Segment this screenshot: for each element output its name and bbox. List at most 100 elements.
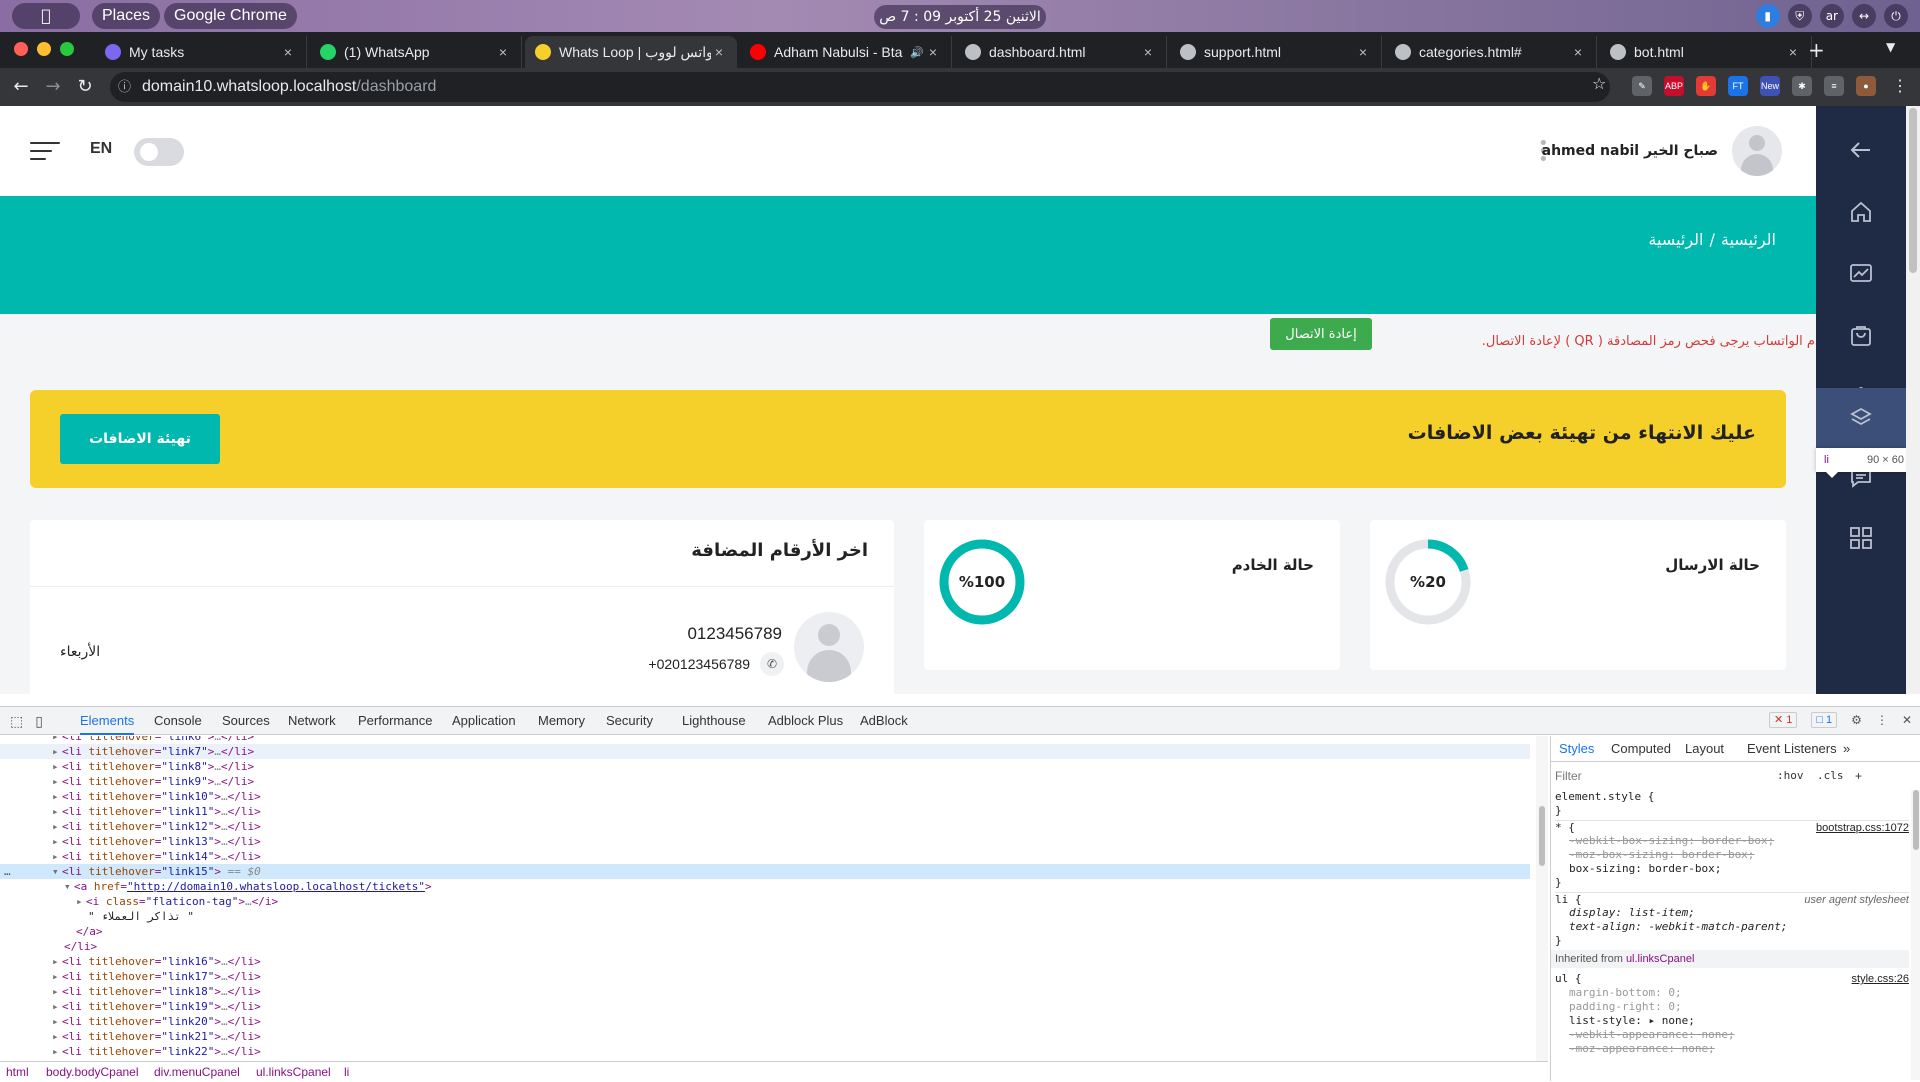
elements-dom-tree[interactable]: ▸ <li titlehover="link6">…</li> ▸ <li title… — [0, 736, 1530, 1061]
browser-tab[interactable]: support.html × — [1170, 36, 1382, 68]
styles-filter-input[interactable]: Filter :hov .cls + — [1555, 766, 1915, 786]
sidebar-item-store[interactable] — [1816, 306, 1906, 366]
sidebar-item-tickets[interactable] — [1816, 388, 1906, 448]
reload-button[interactable]: ↻ — [74, 76, 96, 97]
devtools-tab[interactable]: AdBlock — [860, 707, 908, 735]
close-tab-icon[interactable]: × — [1355, 44, 1371, 60]
clock[interactable]: الاثنين 25 أكتوبر 09 : 7 ص — [874, 5, 1046, 29]
selected-node-dots[interactable]: … — [4, 864, 11, 879]
puzzle-extension-icon[interactable]: ✱ — [1792, 76, 1812, 96]
rule-source-link[interactable]: bootstrap.css:1072 — [1816, 821, 1909, 835]
close-tab-icon[interactable]: × — [1570, 44, 1586, 60]
forward-button[interactable]: → — [42, 76, 64, 97]
back-button[interactable]: ← — [10, 76, 32, 97]
devtools-tab[interactable]: Network — [288, 707, 336, 735]
dom-node-icon[interactable]: ▸ <i class="flaticon-tag">…</i> — [0, 894, 1530, 909]
devtools-tab[interactable]: Elements — [80, 707, 135, 735]
dom-node-li[interactable]: ▸ <li titlehover="link19">…</li> — [0, 999, 1530, 1014]
error-count-badge[interactable]: ✕ 1 — [1768, 712, 1798, 728]
bookmark-star-icon[interactable]: ☆ — [1592, 74, 1606, 93]
ft-extension-icon[interactable]: FT — [1728, 76, 1748, 96]
inspect-element-icon[interactable]: ⬚ — [10, 713, 23, 730]
setup-addons-button[interactable]: تهيئة الاضافات — [60, 414, 220, 464]
dom-node-li[interactable]: ▸ <li titlehover="link7">…</li> — [0, 744, 1530, 759]
dom-node-li[interactable]: ▸ <li titlehover="link6">…</li> — [0, 736, 1530, 744]
shield-tray-icon[interactable]: ⛨ — [1787, 4, 1812, 28]
profile-avatar-icon[interactable]: ● — [1856, 76, 1876, 96]
dom-node-li[interactable]: ▸ <li titlehover="link20">…</li> — [0, 1014, 1530, 1029]
adblock-extension-icon[interactable]: ✋ — [1696, 76, 1716, 96]
sidebar-item-apps[interactable] — [1816, 508, 1906, 568]
devtools-tab[interactable]: Application — [452, 707, 516, 735]
message-count-badge[interactable]: □ 1 — [1811, 712, 1838, 728]
minimize-window-button[interactable] — [37, 42, 51, 56]
cls-toggle[interactable]: .cls — [1817, 766, 1844, 786]
devtools-tab[interactable]: Sources — [222, 707, 270, 735]
theme-toggle[interactable] — [134, 138, 184, 166]
language-switch[interactable]: EN — [90, 140, 112, 158]
breadcrumb-home-link[interactable]: الرئيسية — [1721, 230, 1776, 249]
devtools-tab[interactable]: Console — [154, 707, 202, 735]
hov-toggle[interactable]: :hov — [1777, 766, 1804, 786]
tab-search-chevron-icon[interactable]: ▼ — [1886, 40, 1895, 54]
styles-subtab[interactable]: » — [1843, 736, 1850, 762]
network-tray-icon[interactable]: ↔ — [1852, 4, 1876, 28]
maximize-window-button[interactable] — [60, 42, 74, 56]
browser-tab[interactable]: Whats Loop | واتس لووب × — [525, 36, 737, 68]
tray-app-icon[interactable]: ▮ — [1755, 4, 1780, 28]
reading-list-icon[interactable]: ≡ — [1824, 76, 1844, 96]
site-info-icon[interactable]: ⓘ — [118, 72, 134, 102]
close-tab-icon[interactable]: × — [1785, 44, 1801, 60]
rule-declaration[interactable]: -webkit-appearance: none; — [1555, 1028, 1909, 1042]
devtools-tab[interactable]: Security — [606, 707, 653, 735]
new-extension-icon[interactable]: New — [1760, 76, 1780, 96]
dom-node-li[interactable]: ▸ <li titlehover="link10">…</li> — [0, 789, 1530, 804]
dom-node-li[interactable]: ▸ <li titlehover="link21">…</li> — [0, 1029, 1530, 1044]
dom-breadcrumb-item[interactable]: body.bodyCpanel — [46, 1062, 139, 1082]
rule-declaration[interactable]: -moz-box-sizing: border-box; — [1555, 848, 1909, 862]
close-tab-icon[interactable]: × — [711, 44, 727, 60]
phone-call-icon[interactable]: ✆ — [760, 652, 784, 676]
user-avatar[interactable] — [1732, 126, 1782, 176]
keyboard-layout-indicator[interactable]: ar — [1819, 4, 1844, 28]
dom-node-li[interactable]: ▸ <li titlehover="link11">…</li> — [0, 804, 1530, 819]
dom-tree-scrollbar[interactable] — [1536, 736, 1548, 1061]
reconnect-button[interactable]: إعادة الاتصال — [1270, 318, 1372, 350]
browser-tab[interactable]: Adham Nabulsi - Bta 🔊 × — [740, 36, 952, 68]
devtools-tab[interactable]: Lighthouse — [682, 707, 746, 735]
devtools-tab[interactable]: Adblock Plus — [768, 707, 843, 735]
apple-menu-icon[interactable]:  — [12, 3, 80, 29]
styles-subtab[interactable]: Event Listeners — [1747, 736, 1837, 762]
dom-text-node[interactable]: " تذاكر العملاء " — [0, 909, 1530, 924]
browser-tab[interactable]: categories.html# × — [1385, 36, 1597, 68]
close-tab-icon[interactable]: × — [925, 44, 941, 60]
dom-node-li[interactable]: ▸ <li titlehover="link13">…</li> — [0, 834, 1530, 849]
devtools-tab[interactable]: Performance — [358, 707, 432, 735]
dom-node-li-selected[interactable]: ▾ <li titlehover="link15"> == $0 — [0, 864, 1530, 879]
dom-node-li[interactable]: ▸ <li titlehover="link18">…</li> — [0, 984, 1530, 999]
devtools-tab[interactable]: Memory — [538, 707, 585, 735]
close-tab-icon[interactable]: × — [495, 44, 511, 60]
styles-scrollbar[interactable] — [1911, 790, 1920, 1080]
user-menu[interactable]: صباح الخير ahmed nabil — [1542, 126, 1782, 176]
browser-tab[interactable]: dashboard.html × — [955, 36, 1167, 68]
rule-declaration[interactable]: box-sizing: border-box; — [1555, 862, 1909, 876]
page-vertical-scrollbar[interactable] — [1906, 106, 1920, 694]
rule-declaration[interactable]: list-style: ▸ none; — [1555, 1014, 1909, 1028]
dom-node-li[interactable]: ▸ <li titlehover="link17">…</li> — [0, 969, 1530, 984]
dom-node-li[interactable]: ▸ <li titlehover="link14">…</li> — [0, 849, 1530, 864]
abp-extension-icon[interactable]: ABP — [1664, 76, 1684, 96]
close-tab-icon[interactable]: × — [1140, 44, 1156, 60]
dom-breadcrumb-item[interactable]: li — [344, 1062, 349, 1082]
sidebar-item-statistics[interactable] — [1816, 244, 1906, 304]
hamburger-menu-icon[interactable] — [30, 142, 60, 166]
sidebar-collapse-arrow[interactable] — [1816, 120, 1906, 180]
dom-node-li[interactable]: ▸ <li titlehover="link12">…</li> — [0, 819, 1530, 834]
dom-node-li[interactable]: ▸ <li titlehover="link9">…</li> — [0, 774, 1530, 789]
dom-node-anchor[interactable]: ▾ <a href="http://domain10.whatsloop.loca… — [0, 879, 1530, 894]
browser-tab[interactable]: My tasks × — [95, 36, 307, 68]
styles-subtab[interactable]: Layout — [1685, 736, 1724, 762]
rule-declaration[interactable]: padding-right: 0; — [1555, 1000, 1909, 1014]
pen-extension-icon[interactable]: ✎ — [1632, 76, 1652, 96]
browser-tab[interactable]: (1) WhatsApp × — [310, 36, 522, 68]
